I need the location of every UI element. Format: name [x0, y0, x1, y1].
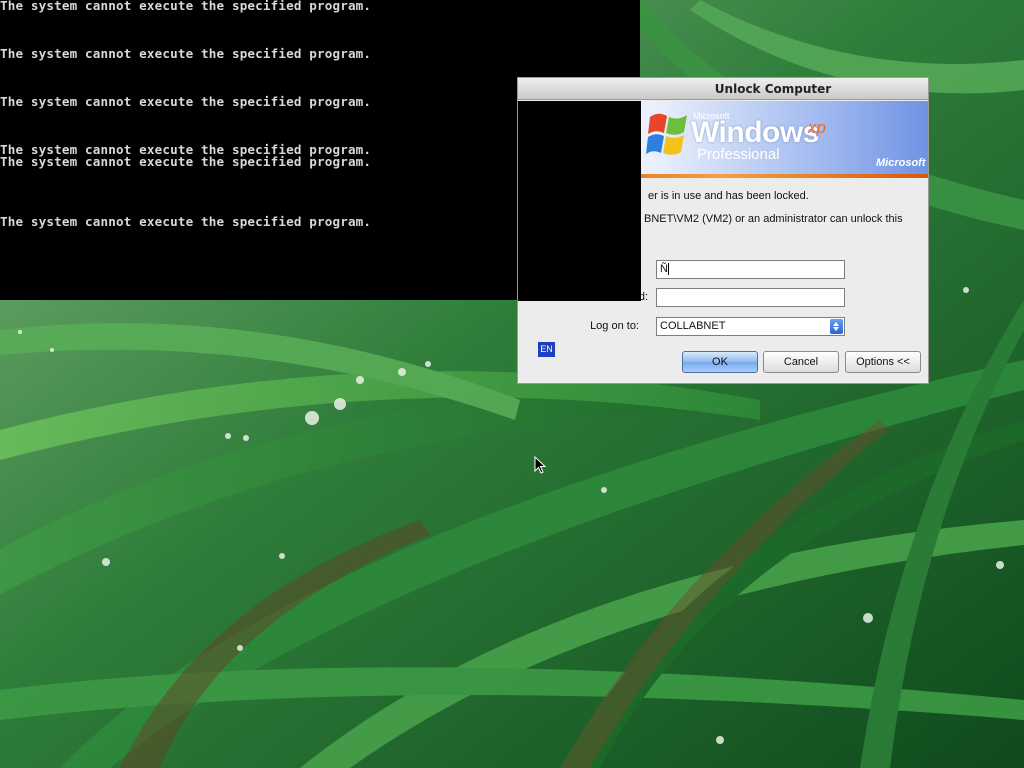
text-caret [667, 263, 669, 276]
language-indicator[interactable]: EN [538, 342, 555, 357]
cancel-button[interactable]: Cancel [763, 351, 839, 373]
console-window-overlap [518, 101, 641, 301]
logon-domain-value: COLLABNET [660, 320, 726, 332]
username-value: Ñ [660, 263, 668, 275]
locked-message: er is in use and has been locked. [648, 190, 809, 202]
username-field[interactable]: Ñ [656, 260, 845, 279]
unlock-computer-dialog[interactable]: Unlock Computer Microsoft Windows xp Pro… [517, 77, 929, 384]
mouse-pointer-icon [534, 456, 546, 474]
windows-wordmark: Windows [691, 116, 819, 149]
unlock-permission-message: BNET\VM2 (VM2) or an administrator can u… [644, 213, 903, 225]
logon-label: Log on to: [590, 320, 639, 332]
xp-wordmark: xp [808, 118, 826, 137]
logon-domain-select[interactable]: COLLABNET [656, 317, 845, 336]
console-line: The system cannot execute the specified … [0, 154, 372, 169]
microsoft-brand-label: Microsoft [876, 157, 926, 169]
console-line: The system cannot execute the specified … [0, 214, 372, 229]
dialog-title: Unlock Computer [714, 82, 832, 96]
ok-button[interactable]: OK [682, 351, 758, 373]
edition-label: Professional [697, 146, 780, 163]
password-field[interactable] [656, 288, 845, 307]
dropdown-arrow-icon[interactable] [830, 319, 843, 334]
console-line: The system cannot execute the specified … [0, 0, 372, 13]
dialog-titlebar[interactable]: Unlock Computer [518, 78, 928, 100]
console-line: The system cannot execute the specified … [0, 94, 372, 109]
console-line: The system cannot execute the specified … [0, 46, 372, 61]
windows-logo-icon [646, 113, 687, 155]
options-button[interactable]: Options << [845, 351, 921, 373]
